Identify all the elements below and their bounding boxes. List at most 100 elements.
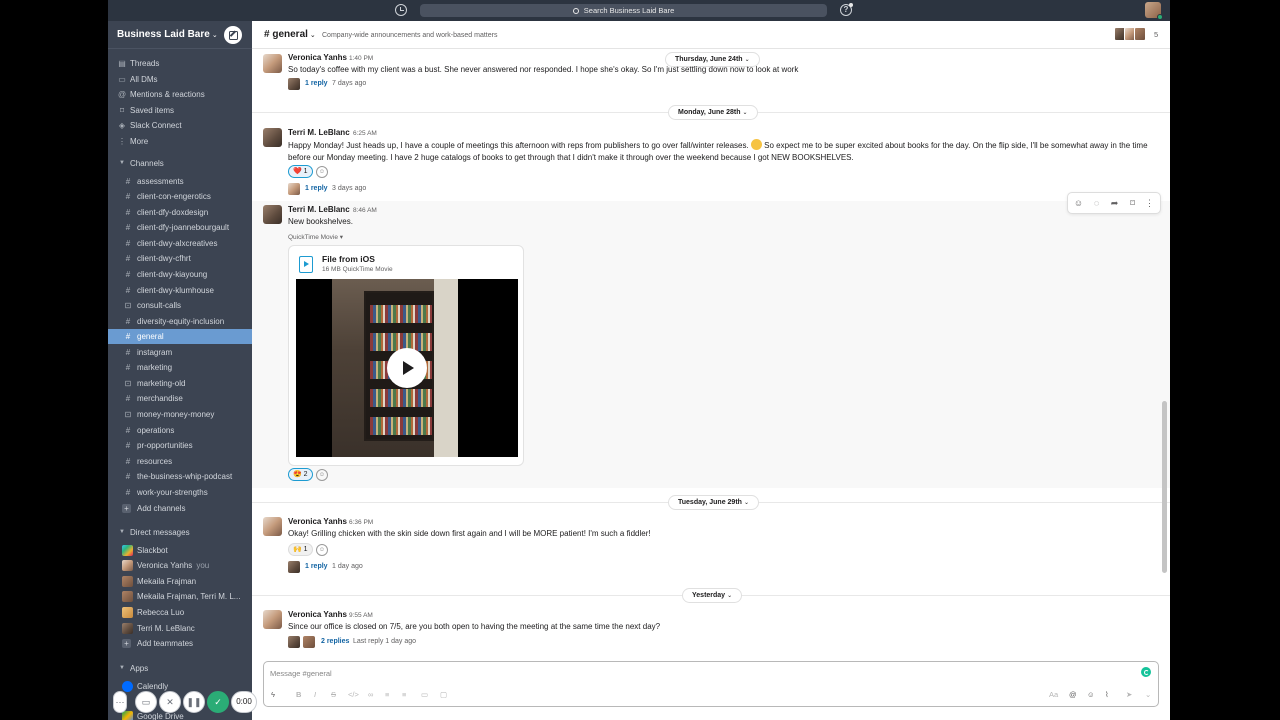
message-composer[interactable]: Message #general ϟ B I S </> ∞ ≡ ≡ ▭ ▢ A… — [263, 661, 1159, 707]
sidebar-item-channel[interactable]: # diversity-equity-inclusion — [108, 314, 252, 329]
add-teammates-button[interactable]: + Add teammates — [108, 636, 252, 651]
code-icon[interactable]: </> — [348, 690, 359, 699]
sidebar-item-channel[interactable]: # pr-opportunities — [108, 438, 252, 453]
sidebar-item-channel[interactable]: # client-con-engerotics — [108, 189, 252, 204]
reply-count[interactable]: 1 reply — [305, 80, 328, 87]
shortcuts-icon[interactable]: ϟ — [271, 690, 275, 699]
sidebar-item-channel[interactable]: # operations — [108, 423, 252, 438]
sidebar-item-channel[interactable]: # client-dfy-doxdesign — [108, 205, 252, 220]
more-actions-icon[interactable]: ⋮ — [1144, 198, 1155, 209]
camera-icon[interactable]: ▭ — [135, 691, 157, 713]
italic-icon[interactable]: I — [314, 690, 316, 699]
message-timestamp[interactable]: 9:55 AM — [349, 612, 373, 619]
file-type-toggle[interactable]: QuickTime Movie ▾ — [288, 233, 343, 241]
sidebar-item-channel-active[interactable]: # general — [108, 329, 252, 344]
dms-section-header[interactable]: ▼ Direct messages — [108, 525, 252, 540]
date-divider[interactable]: Monday, June 28th ⌄ — [668, 105, 758, 120]
sidebar-item-channel[interactable]: # assessments — [108, 174, 252, 189]
bold-icon[interactable]: B — [296, 690, 301, 699]
reply-in-thread-icon[interactable]: ◌ — [1091, 198, 1102, 209]
code-block-icon[interactable]: ▢ — [440, 690, 447, 699]
message-author[interactable]: Terri M. LeBlanc — [288, 128, 350, 137]
sidebar-item-channel[interactable]: ⊡ consult-calls — [108, 298, 252, 313]
sidebar-item-app[interactable]: Google Drive — [108, 709, 252, 720]
sidebar-item-channel[interactable]: # instagram — [108, 345, 252, 360]
scrollbar[interactable] — [1162, 401, 1167, 573]
sidebar-item-channel[interactable]: # marketing — [108, 360, 252, 375]
sidebar-item-channel[interactable]: # resources — [108, 454, 252, 469]
sidebar-item-all-dms[interactable]: ▭ All DMs — [108, 72, 252, 87]
user-avatar[interactable] — [1145, 2, 1163, 20]
reply-count[interactable]: 1 reply — [305, 185, 328, 192]
attach-icon[interactable]: ⌇ — [1105, 690, 1109, 699]
sidebar-item-dm[interactable]: Terri M. LeBlanc — [108, 621, 252, 636]
apps-section-header[interactable]: ▼ Apps — [108, 661, 252, 676]
avatar[interactable] — [263, 610, 282, 629]
sidebar-item-channel[interactable]: # client-dwy-klumhouse — [108, 283, 252, 298]
add-reaction-icon[interactable]: ☺ — [316, 544, 328, 556]
compose-button[interactable] — [224, 26, 242, 44]
bulleted-list-icon[interactable]: ≡ — [402, 690, 406, 699]
mention-icon[interactable]: @ — [1069, 690, 1077, 699]
file-title[interactable]: File from iOS — [322, 254, 375, 264]
sidebar-item-dm[interactable]: Rebecca Luo — [108, 605, 252, 620]
finish-icon[interactable]: ✓ — [207, 691, 229, 713]
avatar[interactable] — [263, 205, 282, 224]
sidebar-item-dm[interactable]: Veronica Yanhs you — [108, 558, 252, 573]
emoji-icon[interactable]: ☺ — [1087, 690, 1095, 699]
share-icon[interactable]: ➦ — [1109, 198, 1120, 209]
workspace-header[interactable]: Business Laid Bare ⌄ — [108, 21, 252, 49]
sidebar-item-channel[interactable]: ⊡ money-money-money — [108, 407, 252, 422]
message-timestamp[interactable]: 6:25 AM — [353, 130, 377, 137]
pause-icon[interactable]: ❚❚ — [183, 691, 205, 713]
channels-section-header[interactable]: ▼ Channels — [108, 156, 252, 171]
sidebar-item-saved[interactable]: ⌑ Saved items — [108, 103, 252, 118]
sidebar-item-channel[interactable]: # merchandise — [108, 391, 252, 406]
message-timestamp[interactable]: 8:46 AM — [353, 207, 377, 214]
add-reaction-icon[interactable]: ☺ — [316, 166, 328, 178]
sidebar-item-channel[interactable]: ⊡ marketing-old — [108, 376, 252, 391]
sidebar-item-channel[interactable]: # client-dfy-joannebourgault — [108, 220, 252, 235]
sidebar-item-slack-connect[interactable]: ◈ Slack Connect — [108, 118, 252, 133]
sidebar-item-dm[interactable]: Slackbot — [108, 543, 252, 558]
history-icon[interactable] — [395, 4, 407, 16]
message-input[interactable]: Message #general — [270, 669, 332, 678]
sidebar-item-threads[interactable]: ▤ Threads — [108, 56, 252, 71]
sidebar-item-channel[interactable]: # client-dwy-kiayoung — [108, 267, 252, 282]
workspace-name[interactable]: Business Laid Bare ⌄ — [117, 29, 218, 40]
heart-reaction[interactable]: ❤️ 1 — [288, 165, 313, 178]
avatar[interactable] — [263, 128, 282, 147]
send-icon[interactable]: ➤ — [1126, 690, 1132, 699]
sidebar-item-channel[interactable]: # the-business-whip-podcast — [108, 469, 252, 484]
strikethrough-icon[interactable]: S — [331, 690, 336, 699]
heart-eyes-reaction[interactable]: 😍 2 — [288, 468, 313, 481]
avatar[interactable] — [263, 517, 282, 536]
file-attachment[interactable]: File from iOS 16 MB QuickTime Movie — [288, 245, 524, 466]
message-author[interactable]: Veronica Yanhs — [288, 517, 347, 526]
sidebar-item-dm[interactable]: Mekaila Frajman — [108, 574, 252, 589]
reply-count[interactable]: 1 reply — [305, 563, 328, 570]
add-reaction-icon[interactable]: ☺ — [1073, 198, 1084, 209]
sidebar-item-mentions[interactable]: @ Mentions & reactions — [108, 87, 252, 102]
message-author[interactable]: Veronica Yanhs — [288, 610, 347, 619]
message-timestamp[interactable]: 6:36 PM — [349, 519, 373, 526]
date-divider[interactable]: Yesterday ⌄ — [682, 588, 743, 603]
sidebar-item-dm[interactable]: Mekaila Frajman, Terri M. L... — [108, 589, 252, 604]
message-timestamp[interactable]: 1:40 PM — [349, 55, 373, 62]
avatar[interactable] — [263, 54, 282, 73]
sidebar-item-channel[interactable]: # client-dwy-cfhrt — [108, 251, 252, 266]
cancel-icon[interactable]: ✕ — [159, 691, 181, 713]
bookmark-icon[interactable]: ⌑ — [1127, 198, 1138, 209]
quote-icon[interactable]: ▭ — [421, 690, 428, 699]
message-author[interactable]: Terri M. LeBlanc — [288, 205, 350, 214]
more-icon[interactable]: ⋯ — [113, 691, 127, 713]
format-toggle-icon[interactable]: Aa — [1049, 690, 1058, 699]
send-options-icon[interactable]: ⌄ — [1145, 690, 1151, 699]
link-icon[interactable]: ∞ — [368, 690, 373, 699]
sidebar-item-channel[interactable]: # work-your-strengths — [108, 485, 252, 500]
add-reaction-icon[interactable]: ☺ — [316, 469, 328, 481]
message-author[interactable]: Veronica Yanhs — [288, 53, 347, 62]
channel-name[interactable]: # general ⌄ — [264, 29, 316, 40]
add-channels-button[interactable]: + Add channels — [108, 501, 252, 516]
ordered-list-icon[interactable]: ≡ — [385, 690, 389, 699]
